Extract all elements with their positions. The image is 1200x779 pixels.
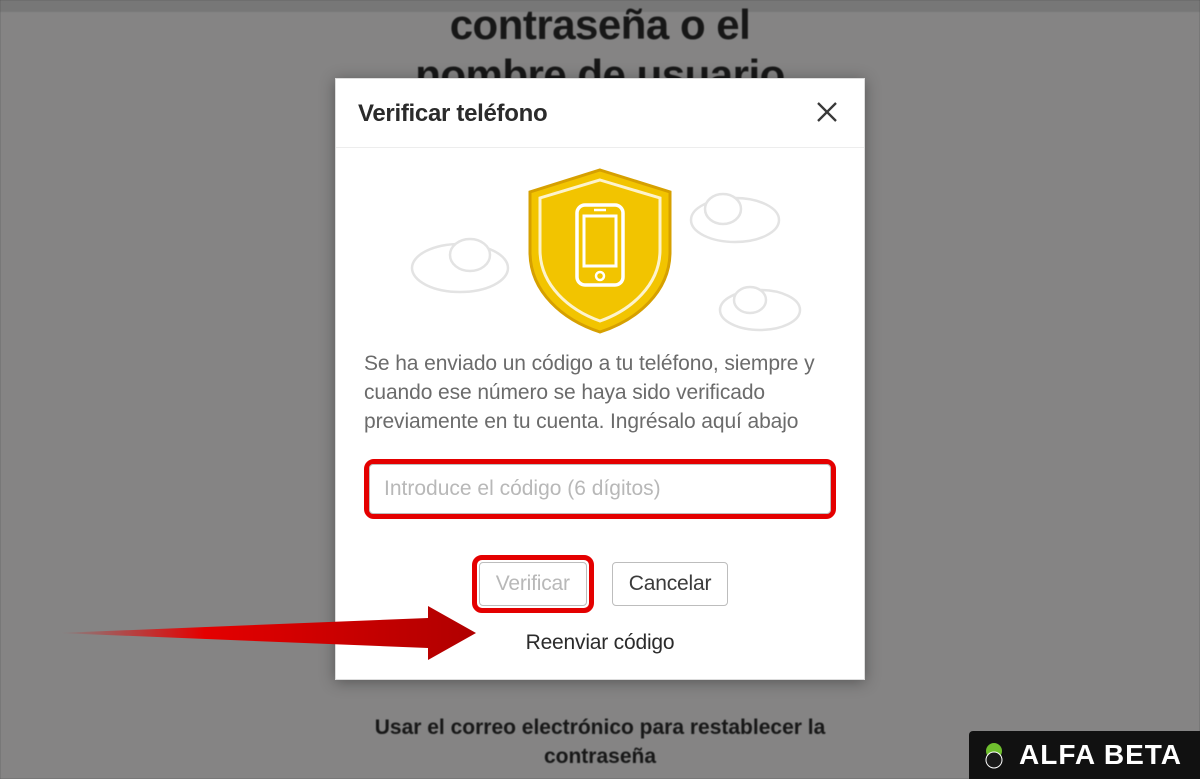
button-row: Verificar Cancelar bbox=[364, 555, 836, 613]
watermark: ALFA BETA bbox=[969, 731, 1200, 779]
modal-header: Verificar teléfono bbox=[336, 79, 864, 148]
modal-title: Verificar teléfono bbox=[358, 100, 547, 128]
close-icon bbox=[816, 101, 838, 123]
verify-button[interactable]: Verificar bbox=[479, 562, 587, 606]
shield-illustration bbox=[364, 160, 836, 340]
close-button[interactable] bbox=[812, 99, 842, 129]
watermark-text: ALFA BETA bbox=[1019, 739, 1182, 771]
verify-button-highlight: Verificar bbox=[472, 555, 594, 613]
cancel-button[interactable]: Cancelar bbox=[612, 562, 728, 606]
shield-phone-icon bbox=[365, 160, 835, 340]
verify-phone-modal: Verificar teléfono bbox=[335, 78, 865, 680]
watermark-logo-icon bbox=[979, 740, 1009, 770]
code-input[interactable] bbox=[369, 464, 831, 514]
resend-code-link[interactable]: Reenviar código bbox=[526, 631, 675, 654]
modal-body: Se ha enviado un código a tu teléfono, s… bbox=[336, 148, 864, 679]
instruction-text: Se ha enviado un código a tu teléfono, s… bbox=[364, 350, 836, 437]
code-input-highlight bbox=[364, 459, 836, 519]
resend-row: Reenviar código bbox=[364, 631, 836, 655]
